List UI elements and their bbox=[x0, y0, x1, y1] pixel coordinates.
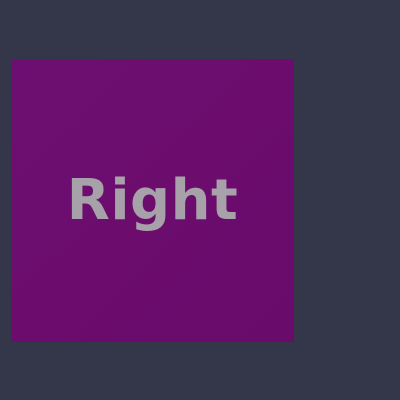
panel-label: Right bbox=[66, 167, 239, 233]
stage: Right bbox=[0, 0, 400, 400]
right-panel[interactable]: Right bbox=[11, 59, 294, 342]
